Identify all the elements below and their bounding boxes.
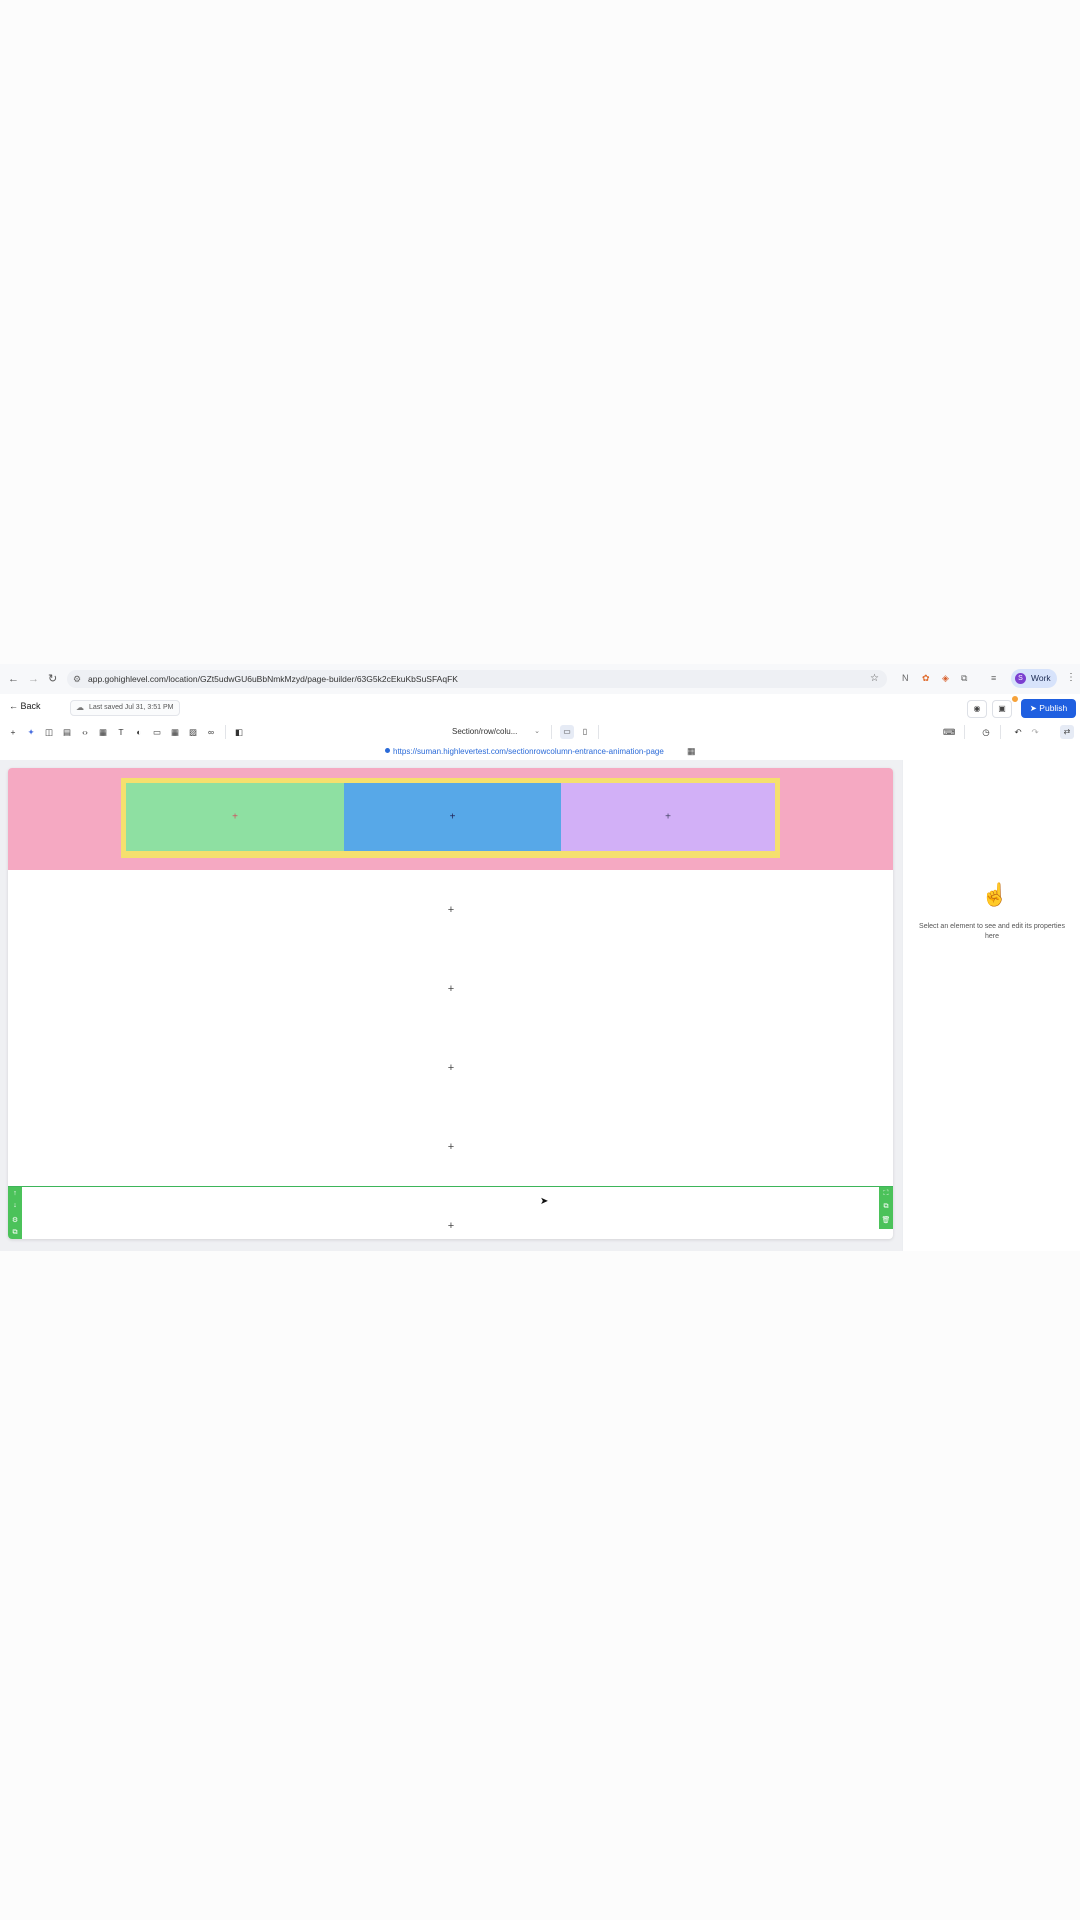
column-green[interactable]: + bbox=[126, 783, 344, 851]
arrow-left-icon: ← bbox=[9, 701, 18, 711]
address-bar[interactable]: ⚙ app.gohighlevel.com/location/GZt5udwGU… bbox=[67, 670, 887, 688]
publish-button[interactable]: ➤ Publish bbox=[1021, 699, 1076, 718]
extension-cube-icon[interactable]: ◈ bbox=[942, 672, 949, 684]
unsaved-indicator bbox=[1012, 696, 1018, 702]
browser-menu-icon[interactable]: ⋮ bbox=[1066, 672, 1076, 683]
back-button[interactable]: ← Back bbox=[9, 701, 41, 711]
toolbar-divider bbox=[551, 725, 552, 739]
toolbar-divider bbox=[1000, 725, 1001, 739]
properties-panel: ☝ Select an element to see and edit its … bbox=[902, 760, 1080, 1251]
page-select-value: Section/row/colu... bbox=[452, 727, 518, 736]
add-element-button[interactable]: + bbox=[665, 812, 671, 823]
add-section-button[interactable]: + bbox=[441, 1062, 461, 1074]
expand-icon[interactable]: ⛶ bbox=[879, 1190, 893, 1198]
add-element-button[interactable]: + bbox=[232, 812, 238, 823]
section-settings-icon[interactable]: ⚙ bbox=[8, 1216, 22, 1224]
forward-arrow-icon[interactable]: → bbox=[28, 672, 39, 686]
add-element-icon[interactable]: + bbox=[7, 726, 19, 738]
extension-n-icon[interactable]: N bbox=[902, 672, 909, 684]
pages-icon[interactable]: ▤ bbox=[61, 726, 73, 738]
link-icon[interactable]: ∞ bbox=[205, 726, 217, 738]
extensions-puzzle-icon[interactable]: ⧉ bbox=[961, 672, 967, 684]
preview-url-text: https://suman.highlevertest.com/sectionr… bbox=[393, 747, 664, 756]
settings-toggle-icon[interactable]: ⇄ bbox=[1060, 725, 1074, 739]
eye-icon: ◉ bbox=[973, 704, 981, 713]
send-icon: ➤ bbox=[1029, 703, 1037, 713]
status-dot bbox=[385, 748, 390, 753]
chevron-down-icon: ⌄ bbox=[534, 728, 540, 735]
page-select[interactable]: Section/row/colu... ⌄ bbox=[452, 725, 544, 739]
builder-header: ← Back ☁ Last saved Jul 31, 3:51 PM ◉ ▣ … bbox=[0, 694, 1080, 720]
toolbar-divider bbox=[964, 725, 965, 739]
app-frame: ← → ↻ ⚙ app.gohighlevel.com/location/GZt… bbox=[0, 664, 1080, 1251]
back-arrow-icon[interactable]: ← bbox=[8, 672, 19, 686]
media-controls-icon[interactable]: ≡ bbox=[991, 672, 996, 684]
last-saved-text: Last saved Jul 31, 3:51 PM bbox=[89, 704, 174, 711]
builder-toolbar: + ✦ ◫ ▤ ‹› ▦ T ◐ ▭ ▦ ▨ ∞ ◧ Section/row/c… bbox=[0, 720, 1080, 745]
last-saved-badge: ☁ Last saved Jul 31, 3:51 PM bbox=[70, 700, 181, 716]
preview-button[interactable]: ◉ bbox=[967, 700, 987, 718]
column-blue[interactable]: + bbox=[344, 783, 561, 851]
add-element-button[interactable]: + bbox=[450, 812, 456, 823]
browser-toolbar: ← → ↻ ⚙ app.gohighlevel.com/location/GZt… bbox=[0, 664, 1080, 695]
image-icon[interactable]: ▨ bbox=[187, 726, 199, 738]
redo-icon[interactable]: ↷ bbox=[1029, 726, 1041, 738]
row-container[interactable]: + + + bbox=[121, 778, 780, 858]
workspace: + + + + + + + ↑ ↓ ⚙ ⧉ + ⛶ ⧉ 🗑 ➤ bbox=[0, 760, 902, 1251]
copy-icon[interactable]: ⧉ bbox=[879, 1203, 893, 1211]
add-section-button[interactable]: + bbox=[441, 1220, 461, 1232]
selected-section[interactable]: ↑ ↓ ⚙ ⧉ + ⛶ ⧉ 🗑 bbox=[8, 1186, 893, 1239]
preview-url-bar: https://suman.highlevertest.com/sectionr… bbox=[0, 744, 1080, 760]
section-right-toolbar: ⛶ ⧉ 🗑 bbox=[879, 1187, 893, 1229]
move-down-icon[interactable]: ↓ bbox=[8, 1202, 22, 1209]
column-purple[interactable]: + bbox=[561, 783, 775, 851]
form-icon[interactable]: ▭ bbox=[151, 726, 163, 738]
layers-icon[interactable]: ◫ bbox=[43, 726, 55, 738]
reload-icon[interactable]: ↻ bbox=[48, 672, 57, 686]
add-section-button[interactable]: + bbox=[441, 983, 461, 995]
back-label: Back bbox=[20, 701, 41, 711]
keyboard-icon[interactable]: ⌨ bbox=[943, 726, 955, 738]
undo-icon[interactable]: ↶ bbox=[1012, 726, 1024, 738]
page-canvas[interactable]: + + + + + + + ↑ ↓ ⚙ ⧉ + ⛶ ⧉ 🗑 ➤ bbox=[8, 768, 893, 1239]
cloud-off-icon: ☁ bbox=[76, 703, 84, 712]
preview-url-link[interactable]: https://suman.highlevertest.com/sectionr… bbox=[385, 746, 664, 758]
panel-toggle-icon[interactable]: ◧ bbox=[233, 726, 245, 738]
typography-icon[interactable]: ▦ bbox=[97, 726, 109, 738]
avatar: S bbox=[1015, 673, 1026, 684]
bookmark-star-icon[interactable]: ☆ bbox=[870, 670, 879, 688]
section-pink[interactable]: + + + bbox=[8, 768, 893, 870]
qr-code-icon[interactable]: ▦ bbox=[687, 746, 696, 757]
delete-icon[interactable]: 🗑 bbox=[879, 1216, 893, 1224]
duplicate-icon[interactable]: ⧉ bbox=[8, 1229, 22, 1237]
profile-chip[interactable]: S Work bbox=[1011, 669, 1057, 688]
toolbar-divider bbox=[225, 725, 226, 739]
extension-flower-icon[interactable]: ✿ bbox=[922, 672, 930, 684]
add-section-button[interactable]: + bbox=[441, 1141, 461, 1153]
text-icon[interactable]: T bbox=[115, 726, 127, 738]
toolbar-divider bbox=[598, 725, 599, 739]
desktop-view-icon[interactable]: ▭ bbox=[560, 725, 574, 739]
site-settings-icon[interactable]: ⚙ bbox=[73, 670, 81, 688]
move-up-icon[interactable]: ↑ bbox=[8, 1190, 22, 1197]
mobile-view-icon[interactable]: ▯ bbox=[578, 725, 592, 739]
code-icon[interactable]: ‹› bbox=[79, 726, 91, 738]
mouse-cursor-icon: ➤ bbox=[540, 1196, 549, 1207]
ai-sparkle-icon[interactable]: ✦ bbox=[25, 726, 37, 738]
theme-icon[interactable]: ◐ bbox=[133, 726, 145, 738]
add-section-button[interactable]: + bbox=[441, 904, 461, 916]
history-icon[interactable]: ◷ bbox=[980, 726, 992, 738]
pointer-click-icon: ☝ bbox=[981, 882, 1009, 907]
empty-properties-message: Select an element to see and edit its pr… bbox=[919, 923, 1065, 940]
save-button[interactable]: ▣ bbox=[992, 700, 1012, 718]
section-left-toolbar: ↑ ↓ ⚙ ⧉ bbox=[8, 1187, 22, 1239]
publish-label: Publish bbox=[1039, 703, 1068, 713]
save-icon: ▣ bbox=[998, 704, 1006, 713]
calendar-icon[interactable]: ▦ bbox=[169, 726, 181, 738]
profile-label: Work bbox=[1031, 673, 1051, 683]
address-text: app.gohighlevel.com/location/GZt5udwGU6u… bbox=[88, 674, 458, 684]
